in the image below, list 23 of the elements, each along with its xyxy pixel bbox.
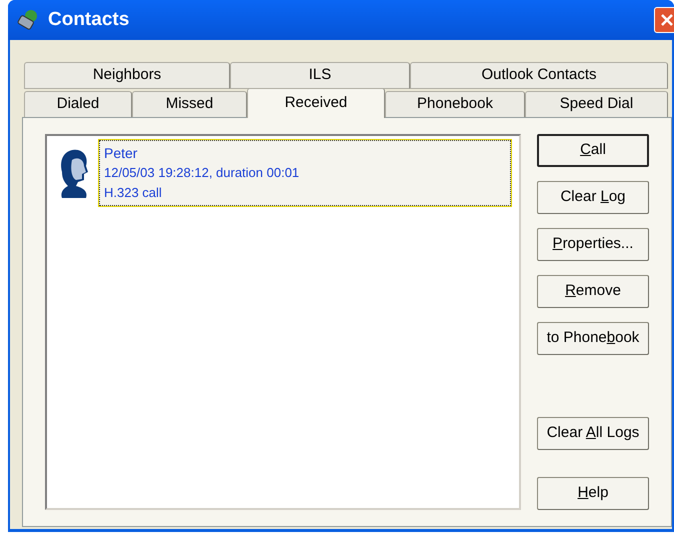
tab[interactable]: Missed xyxy=(132,91,247,118)
action-button[interactable]: Remove xyxy=(537,275,649,308)
contact-name: Peter xyxy=(104,144,138,163)
log-entry[interactable]: Peter 12/05/03 19:28:12, duration 00:01 H.323 call xyxy=(99,140,511,206)
action-button[interactable]: to Phonebook xyxy=(537,322,649,355)
call-details: 12/05/03 19:28:12, duration 00:01 xyxy=(104,164,300,182)
action-button[interactable]: Call xyxy=(537,134,649,167)
action-button[interactable]: Help xyxy=(537,477,649,510)
tab[interactable]: Received xyxy=(247,88,385,118)
tab[interactable]: ILS xyxy=(230,62,410,89)
phone-icon xyxy=(16,8,40,32)
close-button[interactable] xyxy=(654,7,674,33)
action-button[interactable]: Clear All Logs xyxy=(537,417,649,450)
tab[interactable]: Neighbors xyxy=(24,62,230,89)
call-type: H.323 call xyxy=(104,184,163,202)
action-button[interactable]: Properties... xyxy=(537,228,649,261)
tab[interactable]: Outlook Contacts xyxy=(410,62,668,89)
window-title: Contacts xyxy=(48,8,130,32)
tab[interactable]: Speed Dial xyxy=(525,91,668,118)
tab[interactable]: Dialed xyxy=(24,91,132,118)
action-button[interactable]: Clear Log xyxy=(537,181,649,214)
tab[interactable]: Phonebook xyxy=(385,91,525,118)
close-icon xyxy=(660,13,674,27)
